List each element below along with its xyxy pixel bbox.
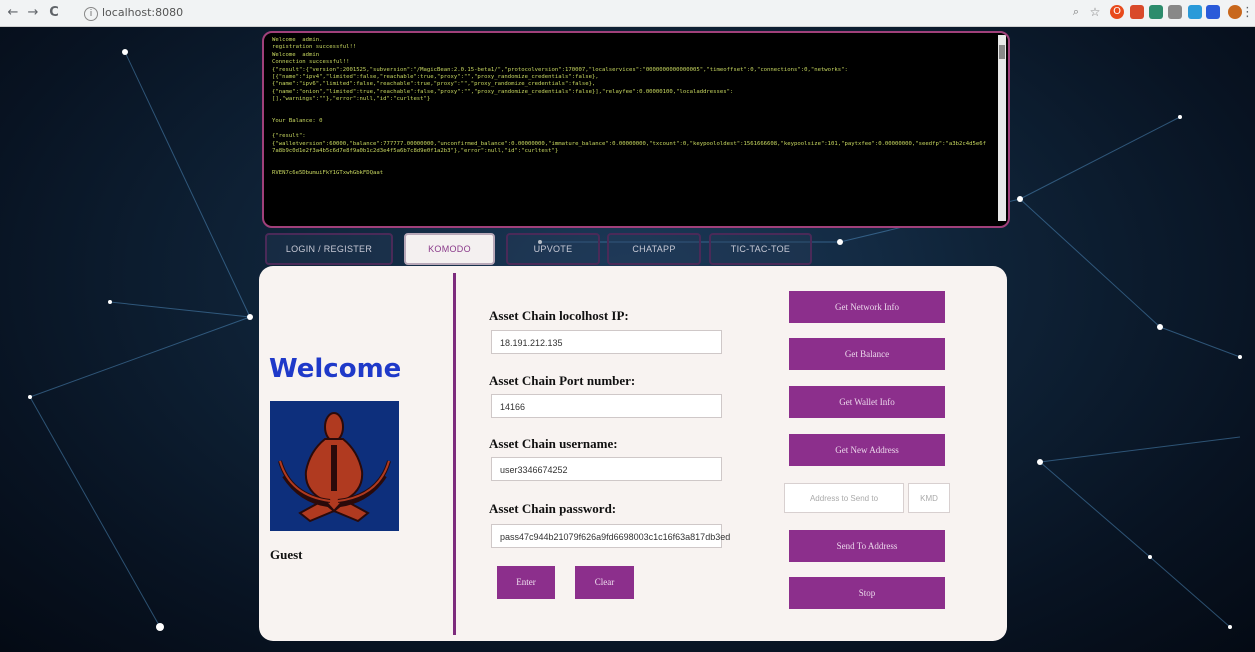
extension-icon[interactable] bbox=[1168, 5, 1182, 19]
zoom-icon[interactable]: ⌕ bbox=[1069, 5, 1083, 19]
back-icon[interactable]: ← bbox=[4, 4, 22, 22]
info-icon[interactable]: i bbox=[84, 7, 98, 21]
address-to-send-input[interactable]: Address to Send to bbox=[784, 483, 904, 513]
extension-icon[interactable] bbox=[1188, 5, 1202, 19]
forward-icon[interactable]: → bbox=[24, 4, 42, 22]
get-network-info-button[interactable]: Get Network Info bbox=[789, 291, 945, 323]
username-field[interactable]: user3346674252 bbox=[491, 457, 722, 481]
reload-icon[interactable]: C bbox=[45, 4, 63, 22]
opera-extension-icon[interactable]: O bbox=[1110, 5, 1124, 19]
console-scrollbar[interactable] bbox=[998, 35, 1006, 221]
tab-login-register[interactable]: LOGIN / REGISTER bbox=[265, 233, 393, 265]
user-name: Guest bbox=[270, 547, 303, 562]
extension-icon[interactable] bbox=[1206, 5, 1220, 19]
password-field[interactable]: pass47c944b21079f626a9fd6698003c1c16f63a… bbox=[491, 524, 730, 548]
extension-icon[interactable] bbox=[1149, 5, 1163, 19]
ip-label: Asset Chain locolhost IP: bbox=[489, 308, 629, 323]
browser-toolbar: ← → C i localhost:8080 ⌕ ☆ O ⋮ bbox=[0, 0, 1255, 27]
tab-komodo[interactable]: KOMODO bbox=[404, 233, 495, 265]
tab-chatapp[interactable]: CHATAPP bbox=[607, 233, 701, 265]
output-console: Welcome admin. registration successful!!… bbox=[262, 31, 1010, 228]
get-balance-button[interactable]: Get Balance bbox=[789, 338, 945, 370]
cobra-logo-icon bbox=[270, 401, 399, 531]
scrollbar-thumb[interactable] bbox=[999, 45, 1005, 59]
profile-avatar-icon[interactable] bbox=[1228, 5, 1242, 19]
clear-button[interactable]: Clear bbox=[575, 566, 634, 599]
port-label: Asset Chain Port number: bbox=[489, 373, 636, 388]
url-text: localhost:8080 bbox=[102, 6, 184, 19]
menu-icon[interactable]: ⋮ bbox=[1241, 4, 1254, 22]
welcome-heading: Welcome bbox=[269, 354, 402, 384]
enter-button[interactable]: Enter bbox=[497, 566, 555, 599]
ip-field[interactable]: 18.191.212.135 bbox=[491, 330, 722, 354]
send-to-address-button[interactable]: Send To Address bbox=[789, 530, 945, 562]
address-bar[interactable]: i localhost:8080 bbox=[84, 4, 183, 22]
username-label: Asset Chain username: bbox=[489, 436, 618, 451]
console-output-text: Welcome admin. registration successful!!… bbox=[272, 37, 986, 177]
panel-divider bbox=[453, 273, 456, 635]
get-new-address-button[interactable]: Get New Address bbox=[789, 434, 945, 466]
avatar bbox=[270, 401, 399, 531]
port-field[interactable]: 14166 bbox=[491, 394, 722, 418]
komodo-panel: Welcome Guest Asset Chain locolhost IP: … bbox=[259, 266, 1007, 641]
tab-upvote[interactable]: UPVOTE bbox=[506, 233, 600, 265]
bookmark-star-icon[interactable]: ☆ bbox=[1088, 5, 1102, 19]
kmd-amount-input[interactable]: KMD bbox=[908, 483, 950, 513]
get-wallet-info-button[interactable]: Get Wallet Info bbox=[789, 386, 945, 418]
password-label: Asset Chain password: bbox=[489, 501, 617, 516]
tab-tic-tac-toe[interactable]: TIC-TAC-TOE bbox=[709, 233, 812, 265]
stop-button[interactable]: Stop bbox=[789, 577, 945, 609]
extension-icon[interactable] bbox=[1130, 5, 1144, 19]
